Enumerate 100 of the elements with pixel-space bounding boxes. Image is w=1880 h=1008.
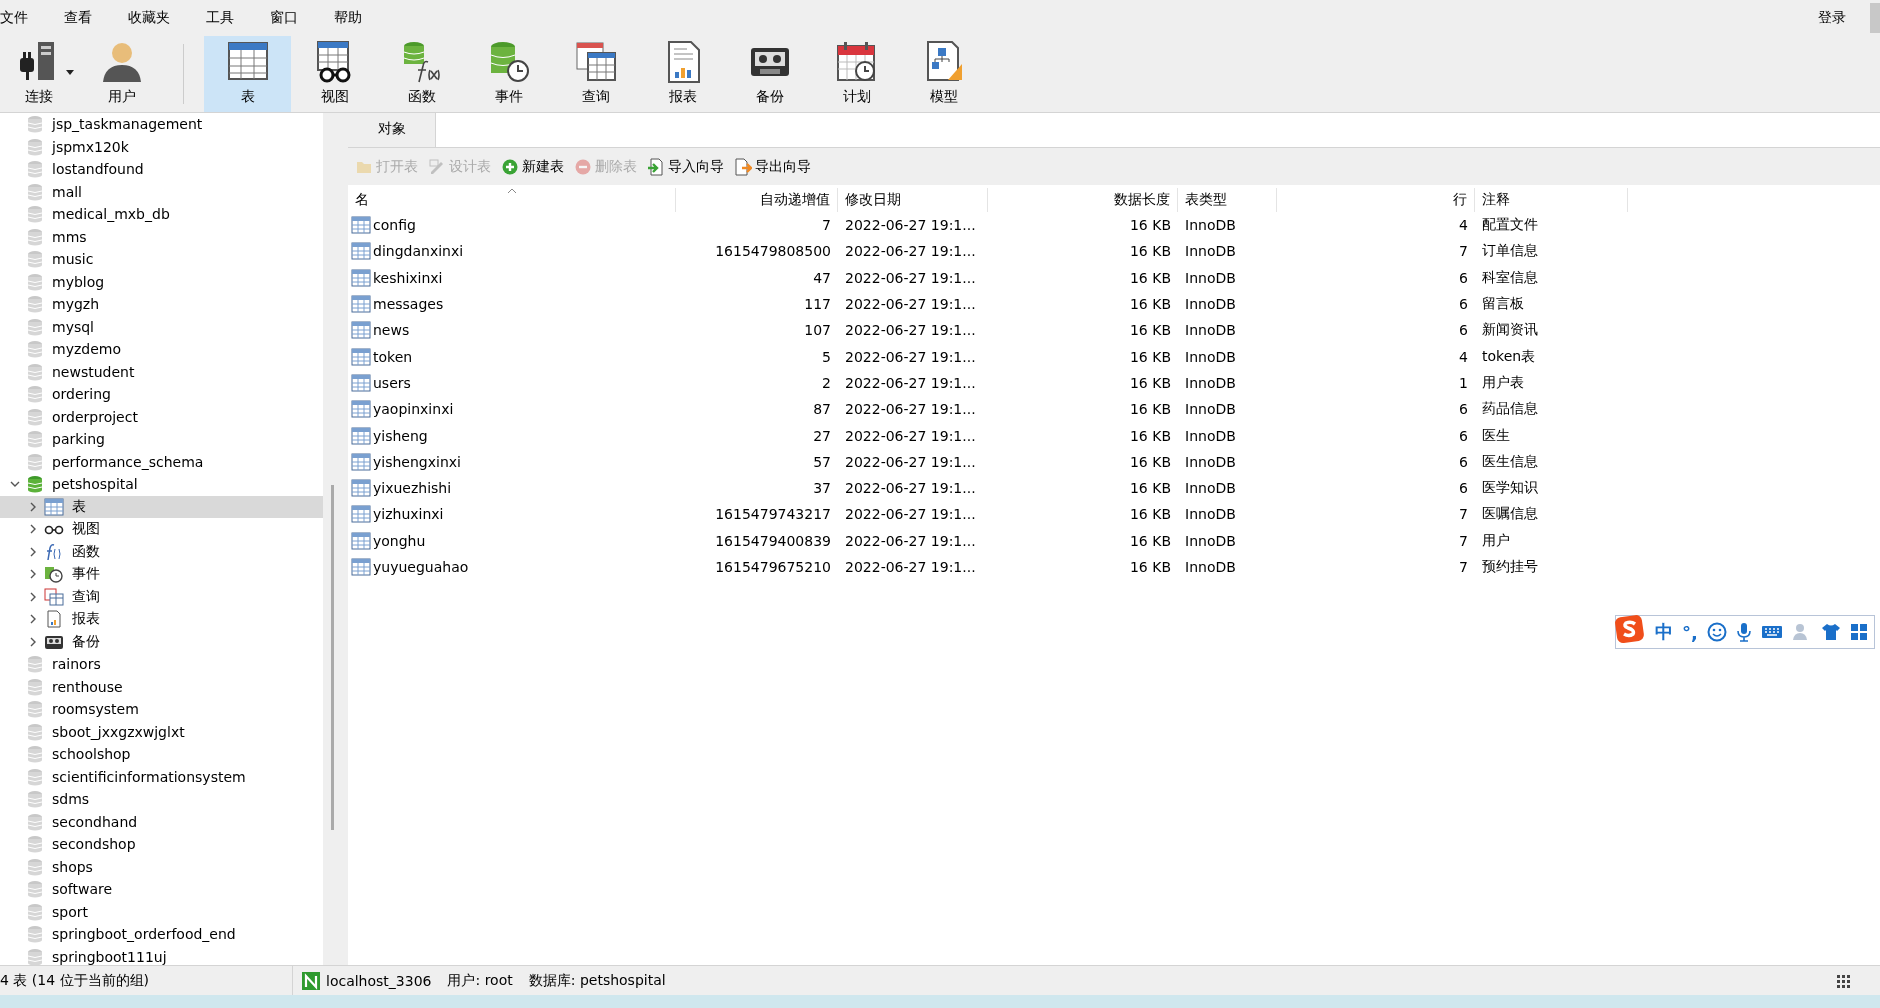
chevron-icon[interactable] — [28, 569, 38, 580]
tree-item[interactable]: myzdemo — [0, 338, 323, 361]
table-cell-text: 6 — [1458, 480, 1469, 497]
tree-item[interactable]: schoolshop — [0, 743, 323, 766]
table-cell[interactable]: yuyueguahao — [373, 559, 469, 575]
menu-item[interactable]: 工具 — [206, 9, 253, 27]
tree-item[interactable]: jspmx120k — [0, 135, 323, 158]
menu-item[interactable]: 收藏夹 — [128, 9, 189, 27]
tree-item[interactable]: sdms — [0, 788, 323, 811]
table-cell[interactable]: yizhuxinxi — [373, 506, 444, 523]
toolbar-button[interactable]: 备份 — [726, 36, 813, 112]
toolbar-action[interactable]: 导出向导 — [732, 157, 817, 176]
chevron-icon[interactable] — [28, 614, 38, 625]
toolbar-button[interactable]: 用户 — [78, 36, 165, 112]
toolbar-button[interactable]: 事件 — [465, 36, 552, 112]
smiley-icon[interactable] — [1706, 622, 1727, 642]
table-cell-text: 配置文件 — [1481, 216, 1539, 235]
ime-logo-icon[interactable] — [1614, 613, 1646, 645]
table-cell[interactable]: yisheng — [373, 427, 428, 444]
table-cell[interactable]: token — [373, 348, 413, 365]
scrollbar-thumb[interactable] — [331, 485, 334, 830]
menu-item[interactable]: 帮助 — [334, 9, 381, 27]
tree-item[interactable]: secondhand — [0, 810, 323, 833]
tree-item[interactable]: mall — [0, 180, 323, 203]
menu-item[interactable]: 窗口 — [270, 9, 317, 27]
tree-item[interactable]: 查询 — [0, 585, 323, 608]
shirt-icon[interactable] — [1820, 622, 1841, 642]
toolbar-button[interactable]: 计划 — [813, 36, 900, 112]
tree-item[interactable]: medical_mxb_db — [0, 203, 323, 226]
table-cell[interactable]: config — [373, 217, 416, 234]
tree-item[interactable]: 备份 — [0, 630, 323, 653]
ime-mode-button[interactable]: °, — [1682, 621, 1698, 643]
keyboard-icon[interactable] — [1760, 624, 1783, 640]
toolbar-action[interactable]: 导入向导 — [645, 157, 730, 176]
tree-item[interactable]: rainors — [0, 653, 323, 676]
table-cell[interactable]: news — [373, 322, 410, 339]
menu-item[interactable]: 查看 — [64, 9, 111, 27]
table-cell[interactable]: users — [373, 374, 411, 391]
tree-item[interactable]: secondshop — [0, 833, 323, 856]
table-cell[interactable]: yaopinxinxi — [373, 401, 454, 418]
tree-item[interactable]: performance_schema — [0, 450, 323, 473]
tree-item[interactable]: ordering — [0, 383, 323, 406]
tree-item[interactable]: sport — [0, 900, 323, 923]
tree-item[interactable]: petshospital — [0, 473, 323, 496]
column-header[interactable]: 表类型 — [1178, 188, 1277, 212]
grid-view-icon[interactable] — [1836, 973, 1850, 988]
toolbar-button[interactable]: 报表 — [639, 36, 726, 112]
toolbar-button[interactable]: 查询 — [552, 36, 639, 112]
toolbar-button[interactable]: 表 — [204, 36, 291, 112]
tree-item[interactable]: 函数 — [0, 540, 323, 563]
tree-item[interactable]: 视图 — [0, 518, 323, 541]
tree-item[interactable]: newstudent — [0, 360, 323, 383]
toolbar-action[interactable]: 新建表 — [499, 157, 570, 176]
tree-item[interactable]: 报表 — [0, 608, 323, 631]
tree-item[interactable]: shops — [0, 855, 323, 878]
chevron-icon[interactable] — [28, 546, 38, 557]
tree-item[interactable]: renthouse — [0, 675, 323, 698]
chevron-icon[interactable] — [28, 591, 38, 602]
delete-icon — [574, 157, 592, 176]
tree-item[interactable]: scientificinformationsystem — [0, 765, 323, 788]
column-header[interactable]: 注释 — [1475, 188, 1628, 212]
login-link[interactable]: 登录 — [1812, 8, 1852, 28]
column-header[interactable]: 行 — [1277, 188, 1475, 212]
tree-item[interactable]: 表 — [0, 495, 323, 518]
chevron-icon[interactable] — [28, 524, 38, 535]
table-cell[interactable]: yonghu — [373, 532, 426, 549]
toolbar-button[interactable]: 模型 — [900, 36, 987, 112]
tree-item[interactable]: myblog — [0, 270, 323, 293]
toolbar-button[interactable]: 视图 — [291, 36, 378, 112]
tree-item[interactable]: springboot111uj — [0, 945, 323, 965]
tree-item[interactable]: sboot_jxxgzxwjglxt — [0, 720, 323, 743]
column-header[interactable]: 数据长度 — [988, 188, 1178, 212]
tree-item[interactable]: springboot_orderfood_end — [0, 923, 323, 946]
tree-item[interactable]: 事件 — [0, 563, 323, 586]
tree-item[interactable]: music — [0, 248, 323, 271]
tree-item[interactable]: mms — [0, 225, 323, 248]
tree-item[interactable]: software — [0, 878, 323, 901]
tree-item[interactable]: orderproject — [0, 405, 323, 428]
menu-item[interactable]: 文件 — [0, 9, 47, 27]
tree-item[interactable]: jsp_taskmanagement — [0, 113, 323, 136]
tree-item[interactable]: roomsystem — [0, 698, 323, 721]
column-header[interactable]: 修改日期 — [838, 188, 988, 212]
table-cell[interactable]: messages — [373, 296, 444, 313]
grid-icon[interactable] — [1849, 623, 1868, 641]
column-header[interactable]: 名 — [348, 188, 676, 212]
tree-item[interactable]: mysql — [0, 315, 323, 338]
table-cell[interactable]: yixuezhishi — [373, 480, 452, 497]
tree-item[interactable]: mygzh — [0, 293, 323, 316]
table-cell[interactable]: dingdanxinxi — [373, 243, 464, 260]
toolbar-button[interactable]: 连接 — [0, 36, 78, 112]
table-cell[interactable]: keshixinxi — [373, 269, 443, 286]
tree-item[interactable]: parking — [0, 428, 323, 451]
tree-item[interactable]: lostandfound — [0, 158, 323, 181]
toolbar-button[interactable]: 函数 — [378, 36, 465, 112]
ime-mode-button[interactable]: 中 — [1655, 620, 1673, 644]
microphone-icon[interactable] — [1735, 622, 1752, 642]
table-cell[interactable]: yishengxinxi — [373, 453, 461, 470]
chevron-icon[interactable] — [28, 636, 38, 647]
chevron-icon[interactable] — [28, 501, 38, 512]
column-header[interactable]: 自动递增值 — [676, 188, 838, 212]
